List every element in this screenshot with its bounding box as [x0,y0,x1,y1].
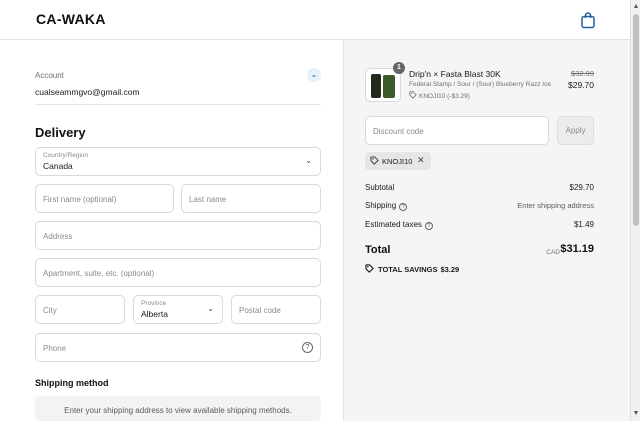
tag-icon [365,264,374,273]
taxes-label-row: Estimated taxes? [365,220,433,230]
apply-button[interactable]: Apply [557,116,594,145]
tag-icon [409,91,417,99]
address-field[interactable]: Address [35,221,321,250]
chevron-down-icon: ⌄ [207,304,214,313]
postal-code-field[interactable]: Postal code [231,295,321,324]
apartment-field[interactable]: Apartment, suite, etc. (optional) [35,258,321,287]
total-currency: CAD [546,249,560,256]
divider [35,104,321,105]
city-placeholder: City [43,306,57,315]
country-value: Canada [43,161,73,171]
shipping-method-box: Enter your shipping address to view avai… [35,396,321,421]
savings-value: $3.29 [440,265,460,274]
remove-discount-icon[interactable]: ✕ [417,155,425,166]
scroll-up-arrow-icon[interactable]: ▲ [631,2,640,12]
product-image [371,74,381,98]
product-name: Drip'n × Fasta Blast 30K [409,69,501,79]
product-discount: KNOJI10 (-$3.29) [409,91,470,100]
shopping-bag-icon[interactable] [580,11,596,29]
applied-discount-code: KNOJI10 [382,157,413,166]
account-label: Account [35,71,64,80]
taxes-label: Estimated taxes [365,220,422,229]
address-placeholder: Address [43,232,73,241]
shipping-label-row: Shipping? [365,201,408,211]
product-variant: Federal Stamp / Sour / (Sour) Blueberry … [409,81,551,88]
product-discount-text: KNOJI10 (-$3.29) [419,93,470,100]
total-value: $31.19 [560,243,594,255]
taxes-value: $1.49 [573,220,594,229]
last-name-field[interactable]: Last name [181,184,321,213]
discount-code-field[interactable]: Discount code [365,116,549,145]
province-select[interactable]: Province Alberta ⌄ [133,295,223,324]
first-name-field[interactable]: First name (optional) [35,184,174,213]
product-original-price: $32.99 [571,69,594,78]
phone-field[interactable]: Phone ? [35,333,321,362]
delivery-heading: Delivery [35,125,86,140]
question-circle-icon[interactable]: ? [399,203,408,211]
question-circle-icon[interactable]: ? [424,222,433,230]
scrollbar-thumb[interactable] [633,14,639,226]
first-name-placeholder: First name (optional) [43,195,117,204]
shipping-label: Shipping [365,201,397,210]
discount-code-placeholder: Discount code [373,127,424,136]
postal-code-placeholder: Postal code [239,306,281,315]
last-name-placeholder: Last name [189,195,227,204]
province-label: Province [141,300,167,307]
city-field[interactable]: City [35,295,125,324]
subtotal-value: $29.70 [569,183,594,192]
chevron-down-icon: ⌄ [305,156,312,165]
store-brand[interactable]: CA-WAKA [36,11,106,27]
chevron-down-icon[interactable]: ⌄ [307,68,321,82]
applied-discount-chip: KNOJI10 ✕ [365,152,431,170]
phone-placeholder: Phone [43,344,67,353]
savings-label: TOTAL SAVINGS [378,265,438,274]
checkout-header: CA-WAKA [0,0,630,40]
province-value: Alberta [141,309,168,319]
total-savings: TOTAL SAVINGS $3.29 [365,264,459,274]
account-email: cualseammgvo@gmail.com [35,87,140,97]
product-price: $29.70 [568,80,594,90]
country-label: Country/Region [43,152,89,159]
country-select[interactable]: Country/Region Canada ⌄ [35,147,321,176]
shipping-value: Enter shipping address [517,201,594,210]
subtotal-label: Subtotal [365,183,395,192]
shipping-method-message: Enter your shipping address to view avai… [64,406,292,415]
tag-icon [370,156,379,165]
total-label: Total [365,244,391,256]
shipping-method-heading: Shipping method [35,378,109,388]
product-image [383,75,395,98]
scroll-down-arrow-icon[interactable]: ▼ [631,409,640,419]
page-scrollbar[interactable]: ▲ ▼ [630,0,640,421]
apartment-placeholder: Apartment, suite, etc. (optional) [43,269,155,278]
quantity-badge: 1 [393,62,405,74]
question-circle-icon[interactable]: ? [302,342,313,353]
